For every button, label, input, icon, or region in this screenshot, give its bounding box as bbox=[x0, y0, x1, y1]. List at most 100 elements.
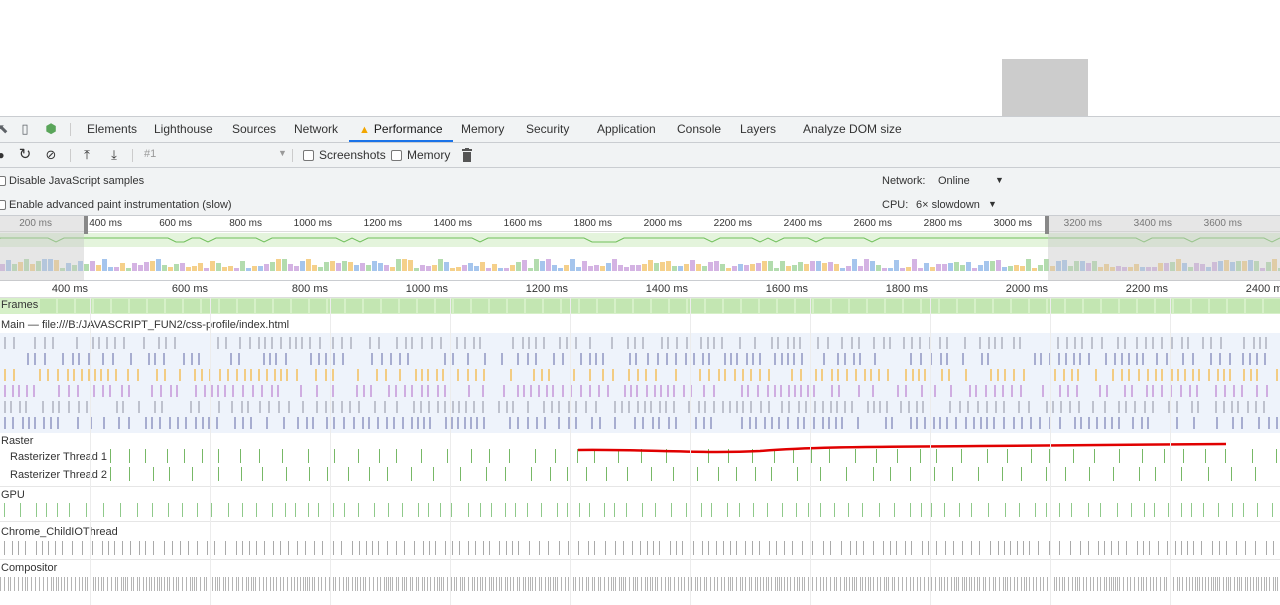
memory-checkbox[interactable] bbox=[391, 150, 402, 161]
tab-console[interactable]: Console bbox=[677, 117, 721, 142]
tab-security[interactable]: Security bbox=[526, 117, 569, 142]
cpu-sample bbox=[612, 259, 617, 271]
toolbar-separator bbox=[70, 149, 71, 162]
chevron-down-icon[interactable]: ▼ bbox=[988, 199, 997, 209]
timeline-gridline bbox=[1050, 298, 1051, 605]
cpu-sample bbox=[912, 259, 917, 271]
tab-performance[interactable]: ▲ Performance bbox=[349, 117, 453, 142]
timeline-gridline bbox=[90, 298, 91, 605]
recording-select[interactable]: #1 bbox=[144, 148, 156, 160]
screenshots-checkbox[interactable] bbox=[303, 150, 314, 161]
cpu-sample bbox=[630, 265, 635, 271]
cpu-sample bbox=[564, 265, 569, 271]
flame-chart[interactable]: 400 ms 600 ms 800 ms 1000 ms 1200 ms 1400 ms 1… bbox=[0, 281, 1280, 605]
chevron-down-icon[interactable]: ▼ bbox=[995, 175, 1004, 185]
cpu-sample bbox=[810, 261, 815, 271]
cpu-sample bbox=[186, 267, 191, 271]
cpu-sample bbox=[660, 262, 665, 271]
cpu-sample bbox=[588, 266, 593, 271]
tab-sources[interactable]: Sources bbox=[232, 117, 276, 142]
trash-icon[interactable] bbox=[461, 148, 473, 162]
cpu-sample bbox=[216, 263, 221, 271]
cpu-sample bbox=[708, 262, 713, 271]
cpu-sample bbox=[870, 261, 875, 271]
cpu-sample bbox=[846, 266, 851, 271]
network-throttle-select[interactable]: Online bbox=[938, 175, 970, 187]
cpu-sample bbox=[672, 266, 677, 271]
cpu-sample bbox=[156, 259, 161, 271]
cpu-sample bbox=[822, 263, 827, 271]
cpu-sample bbox=[570, 259, 575, 271]
disable-js-samples-checkbox[interactable] bbox=[0, 176, 6, 186]
cpu-sample bbox=[684, 264, 689, 271]
cpu-sample bbox=[504, 268, 509, 271]
cpu-sample bbox=[282, 259, 287, 271]
extension-hexagon-icon[interactable]: ⬢ bbox=[44, 122, 58, 136]
cpu-sample bbox=[294, 266, 299, 271]
cpu-sample bbox=[732, 266, 737, 271]
tab-network[interactable]: Network bbox=[294, 117, 338, 142]
cpu-sample bbox=[900, 268, 905, 271]
cpu-sample bbox=[648, 260, 653, 271]
record-icon[interactable]: ● bbox=[0, 148, 8, 162]
disable-js-samples-label: Disable JavaScript samples bbox=[9, 175, 145, 187]
toolbar-separator bbox=[132, 149, 133, 162]
tab-layers[interactable]: Layers bbox=[740, 117, 776, 142]
cpu-sample bbox=[456, 267, 461, 271]
cpu-throttle-select[interactable]: 6× slowdown bbox=[916, 199, 980, 211]
tab-application[interactable]: Application bbox=[597, 117, 656, 142]
cpu-sample bbox=[1038, 265, 1043, 271]
tab-memory[interactable]: Memory bbox=[461, 117, 504, 142]
tab-performance-label: Performance bbox=[373, 122, 443, 136]
cpu-sample bbox=[198, 263, 203, 271]
toolbar-separator bbox=[292, 149, 293, 162]
chevron-down-icon[interactable]: ▼ bbox=[278, 148, 287, 158]
cpu-sample bbox=[720, 264, 725, 271]
cpu-sample bbox=[936, 264, 941, 271]
cpu-sample bbox=[492, 264, 497, 271]
cpu-sample bbox=[240, 261, 245, 271]
timeline-overview[interactable]: 200 ms 400 ms 600 ms 800 ms 1000 ms 1200 ms 14… bbox=[0, 216, 1280, 281]
cpu-sample bbox=[420, 265, 425, 271]
tab-elements[interactable]: Elements bbox=[87, 117, 137, 142]
cpu-sample bbox=[348, 262, 353, 271]
overview-tick-label: 3000 ms bbox=[993, 218, 1032, 229]
cpu-sample bbox=[390, 267, 395, 271]
cpu-sample bbox=[510, 265, 515, 271]
cpu-sample bbox=[918, 268, 923, 271]
cpu-sample bbox=[372, 261, 377, 271]
selection-handle-right[interactable] bbox=[1045, 216, 1049, 234]
cpu-sample bbox=[858, 266, 863, 271]
cpu-sample bbox=[450, 268, 455, 271]
cpu-sample bbox=[978, 265, 983, 271]
device-toolbar-icon[interactable]: ▯ bbox=[18, 122, 32, 136]
cpu-sample bbox=[252, 266, 257, 271]
cpu-sample bbox=[192, 266, 197, 271]
tab-lighthouse[interactable]: Lighthouse bbox=[154, 117, 213, 142]
cpu-sample bbox=[324, 262, 329, 271]
cpu-sample bbox=[306, 259, 311, 271]
cpu-label: CPU: bbox=[882, 199, 909, 211]
cpu-sample bbox=[168, 267, 173, 271]
selection-handle-left[interactable] bbox=[84, 216, 88, 234]
cpu-sample bbox=[864, 259, 869, 271]
save-profile-icon[interactable]: ⤓ bbox=[107, 148, 121, 162]
cpu-sample bbox=[108, 267, 113, 271]
cpu-sample bbox=[312, 265, 317, 271]
reload-icon[interactable]: ↻ bbox=[18, 147, 32, 162]
load-profile-icon[interactable]: ⤒ bbox=[80, 148, 94, 162]
advanced-paint-checkbox[interactable] bbox=[0, 200, 6, 210]
cpu-sample bbox=[942, 264, 947, 271]
cpu-sample bbox=[540, 261, 545, 271]
cpu-sample bbox=[354, 265, 359, 271]
red-annotation-stroke bbox=[577, 442, 1227, 454]
cpu-sample bbox=[1020, 266, 1025, 271]
timeline-gridline bbox=[450, 298, 451, 605]
cpu-sample bbox=[924, 263, 929, 271]
tab-analyze-dom-size[interactable]: Analyze DOM size bbox=[803, 117, 902, 142]
cpu-sample bbox=[174, 264, 179, 271]
clear-icon[interactable]: ⊘ bbox=[44, 148, 58, 162]
cpu-sample bbox=[144, 262, 149, 271]
overview-tick-label: 1600 ms bbox=[503, 218, 542, 229]
inspect-element-icon[interactable]: ⬉ bbox=[0, 122, 10, 136]
